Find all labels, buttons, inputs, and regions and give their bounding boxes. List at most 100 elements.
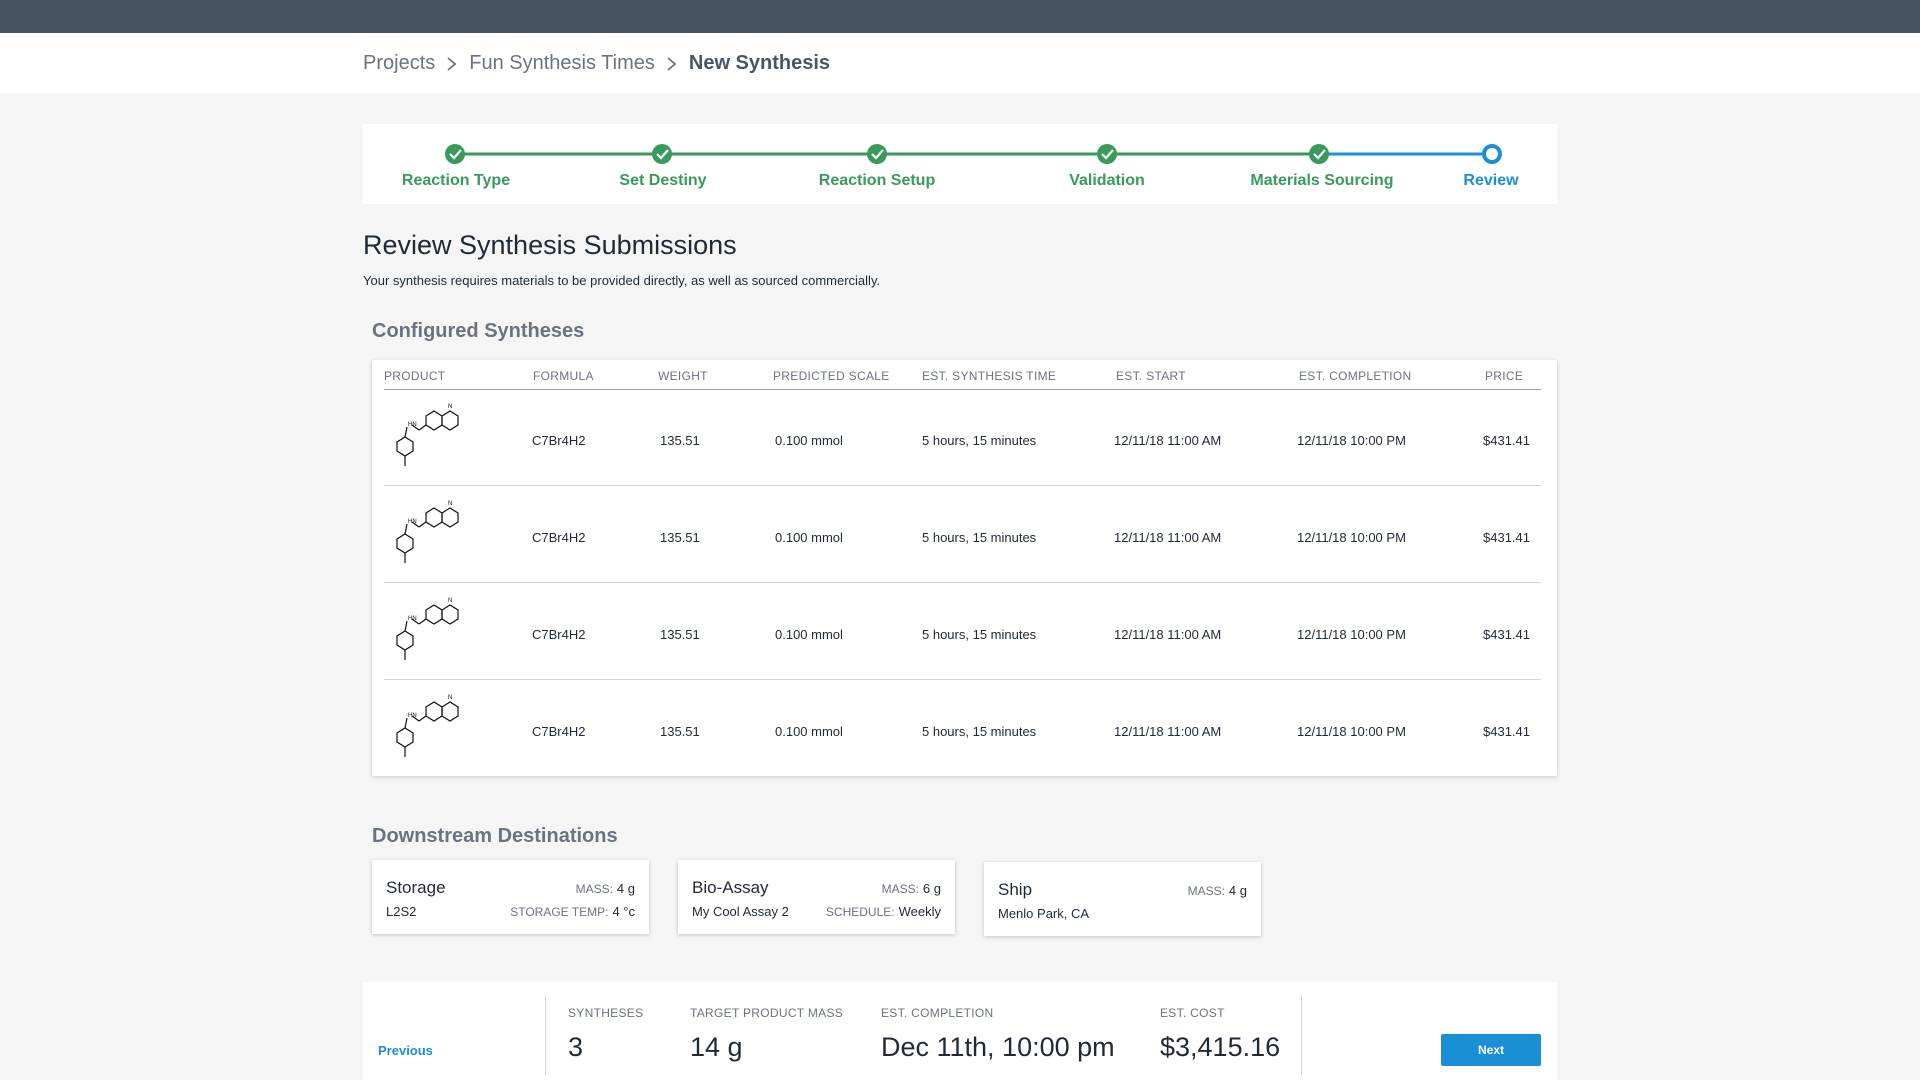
step-active-icon [1482, 144, 1502, 164]
step-set-destiny[interactable]: Set Destiny [619, 172, 706, 190]
progress-stepper [363, 124, 1557, 204]
destination-detail: Menlo Park, CA [998, 906, 1090, 921]
destination-card-ship[interactable]: Ship Menlo Park, CA MASS: 4 g [984, 862, 1261, 936]
svg-text:HN: HN [408, 519, 417, 525]
destination-mass: MASS: 6 g [882, 881, 941, 896]
table-row[interactable]: HN N C7Br4H2 135.51 0.100 mmol 5 hours, 15 mi… [384, 680, 1541, 777]
breadcrumb-project[interactable]: Fun Synthesis Times [469, 52, 655, 75]
destination-mass-label: MASS: [575, 882, 613, 896]
destination-mass-value: 6 g [922, 881, 941, 896]
destination-schedule-label: SCHEDULE: [825, 905, 895, 919]
est-cost-value: $3,415.16 [1160, 1032, 1281, 1062]
completion-cell: 12/11/18 10:00 PM [1297, 433, 1406, 448]
weight-cell: 135.51 [660, 724, 700, 739]
destination-schedule: SCHEDULE: Weekly [826, 904, 941, 919]
svg-text:HN: HN [408, 616, 417, 622]
start-cell: 12/11/18 11:00 AM [1114, 530, 1222, 545]
destination-schedule-value: Weekly [898, 904, 941, 919]
weight-cell: 135.51 [660, 627, 700, 642]
table-row[interactable]: HN N C7Br4H2 135.51 0.100 mmol 5 hours, 15 mi… [384, 583, 1541, 680]
destination-name: Storage [386, 878, 446, 897]
syntheses-count-label: SYNTHESES [568, 1006, 644, 1020]
breadcrumb: Projects Fun Synthesis Times New Synthes… [363, 52, 830, 75]
price-cell: $431.41 [1483, 530, 1530, 545]
stepper-track [445, 144, 1502, 164]
column-header-predicted-scale: PREDICTED SCALE [773, 369, 890, 383]
est-cost-label: EST. COST [1160, 1006, 1225, 1020]
top-app-bar [0, 0, 1920, 33]
syntheses-count-value: 3 [568, 1032, 584, 1062]
price-cell: $431.41 [1483, 724, 1530, 739]
page-title: Review Synthesis Submissions [363, 230, 737, 260]
next-button[interactable]: Next [1441, 1034, 1541, 1066]
completion-cell: 12/11/18 10:00 PM [1297, 724, 1406, 739]
chevron-right-icon [447, 56, 457, 71]
target-mass-label: TARGET PRODUCT MASS [690, 1006, 844, 1020]
breadcrumb-bar [0, 33, 1920, 93]
synthesis-time-cell: 5 hours, 15 minutes [922, 530, 1037, 545]
configured-syntheses-title: Configured Syntheses [372, 320, 585, 342]
start-cell: 12/11/18 11:00 AM [1114, 433, 1222, 448]
step-validation[interactable]: Validation [1069, 172, 1145, 190]
column-header-price: PRICE [1485, 369, 1524, 383]
destination-mass-label: MASS: [881, 882, 919, 896]
destination-temp-value: 4 °c [612, 904, 635, 919]
est-completion-value: Dec 11th, 10:00 pm [881, 1032, 1115, 1062]
destination-temp-label: STORAGE TEMP: [510, 905, 609, 919]
scale-cell: 0.100 mmol [775, 627, 843, 642]
completion-cell: 12/11/18 10:00 PM [1297, 627, 1406, 642]
scale-cell: 0.100 mmol [775, 433, 843, 448]
svg-text:N: N [448, 404, 452, 410]
step-reaction-type[interactable]: Reaction Type [402, 172, 510, 190]
destination-detail: My Cool Assay 2 [692, 904, 789, 919]
destination-name: Ship [998, 880, 1033, 899]
formula-cell: C7Br4H2 [532, 627, 586, 642]
scale-cell: 0.100 mmol [775, 530, 843, 545]
destination-card-storage[interactable]: Storage L2S2 MASS: 4 g STORAGE TEMP: 4 °c [372, 860, 649, 934]
step-materials-sourcing[interactable]: Materials Sourcing [1250, 172, 1393, 190]
step-complete-icon [652, 144, 672, 164]
synthesis-time-cell: 5 hours, 15 minutes [922, 627, 1037, 642]
svg-text:HN: HN [408, 422, 417, 428]
target-mass-value: 14 g [690, 1032, 743, 1062]
footer-divider [545, 995, 546, 1075]
step-reaction-setup[interactable]: Reaction Setup [819, 172, 935, 190]
step-complete-icon [867, 144, 887, 164]
destination-mass-label: MASS: [1187, 884, 1225, 898]
table-row[interactable]: HN N C7Br4H2 135.51 0.100 mmol 5 hours, 15 mi… [384, 389, 1541, 486]
molecule-structure-icon: HN N [396, 695, 459, 757]
table-row[interactable]: HN N C7Br4H2 135.51 0.100 mmol 5 hours, 15 mi… [384, 486, 1541, 583]
step-complete-icon [445, 144, 465, 164]
column-header-completion: EST. COMPLETION [1299, 369, 1412, 383]
downstream-destinations-title: Downstream Destinations [372, 825, 618, 847]
scale-cell: 0.100 mmol [775, 724, 843, 739]
weight-cell: 135.51 [660, 530, 700, 545]
column-header-formula: FORMULA [533, 369, 594, 383]
step-complete-icon [1309, 144, 1329, 164]
summary-footer [363, 982, 1557, 1080]
step-review[interactable]: Review [1463, 172, 1518, 190]
formula-cell: C7Br4H2 [532, 724, 586, 739]
synthesis-time-cell: 5 hours, 15 minutes [922, 433, 1037, 448]
footer-divider [1301, 995, 1302, 1075]
step-complete-icon [1097, 144, 1117, 164]
molecule-structure-icon: HN N [396, 501, 459, 563]
molecule-structure-icon: HN N [396, 404, 459, 466]
completion-cell: 12/11/18 10:00 PM [1297, 530, 1406, 545]
destination-card-bio-assay[interactable]: Bio-Assay My Cool Assay 2 MASS: 6 g SCHED… [678, 860, 955, 934]
destination-name: Bio-Assay [692, 878, 769, 897]
destination-mass-value: 4 g [1228, 883, 1247, 898]
price-cell: $431.41 [1483, 627, 1530, 642]
page-subtitle: Your synthesis requires materials to be … [363, 273, 881, 288]
start-cell: 12/11/18 11:00 AM [1114, 627, 1222, 642]
formula-cell: C7Br4H2 [532, 433, 586, 448]
destination-mass-value: 4 g [616, 881, 635, 896]
destination-detail: L2S2 [386, 904, 417, 919]
breadcrumb-projects[interactable]: Projects [363, 52, 435, 75]
column-header-start: EST. START [1116, 369, 1186, 383]
svg-text:HN: HN [408, 713, 417, 719]
column-header-synthesis-time: EST. SYNTHESIS TIME [922, 369, 1057, 383]
previous-button[interactable]: Previous [378, 1043, 433, 1058]
formula-cell: C7Br4H2 [532, 530, 586, 545]
destination-temp: STORAGE TEMP: 4 °c [510, 904, 635, 919]
